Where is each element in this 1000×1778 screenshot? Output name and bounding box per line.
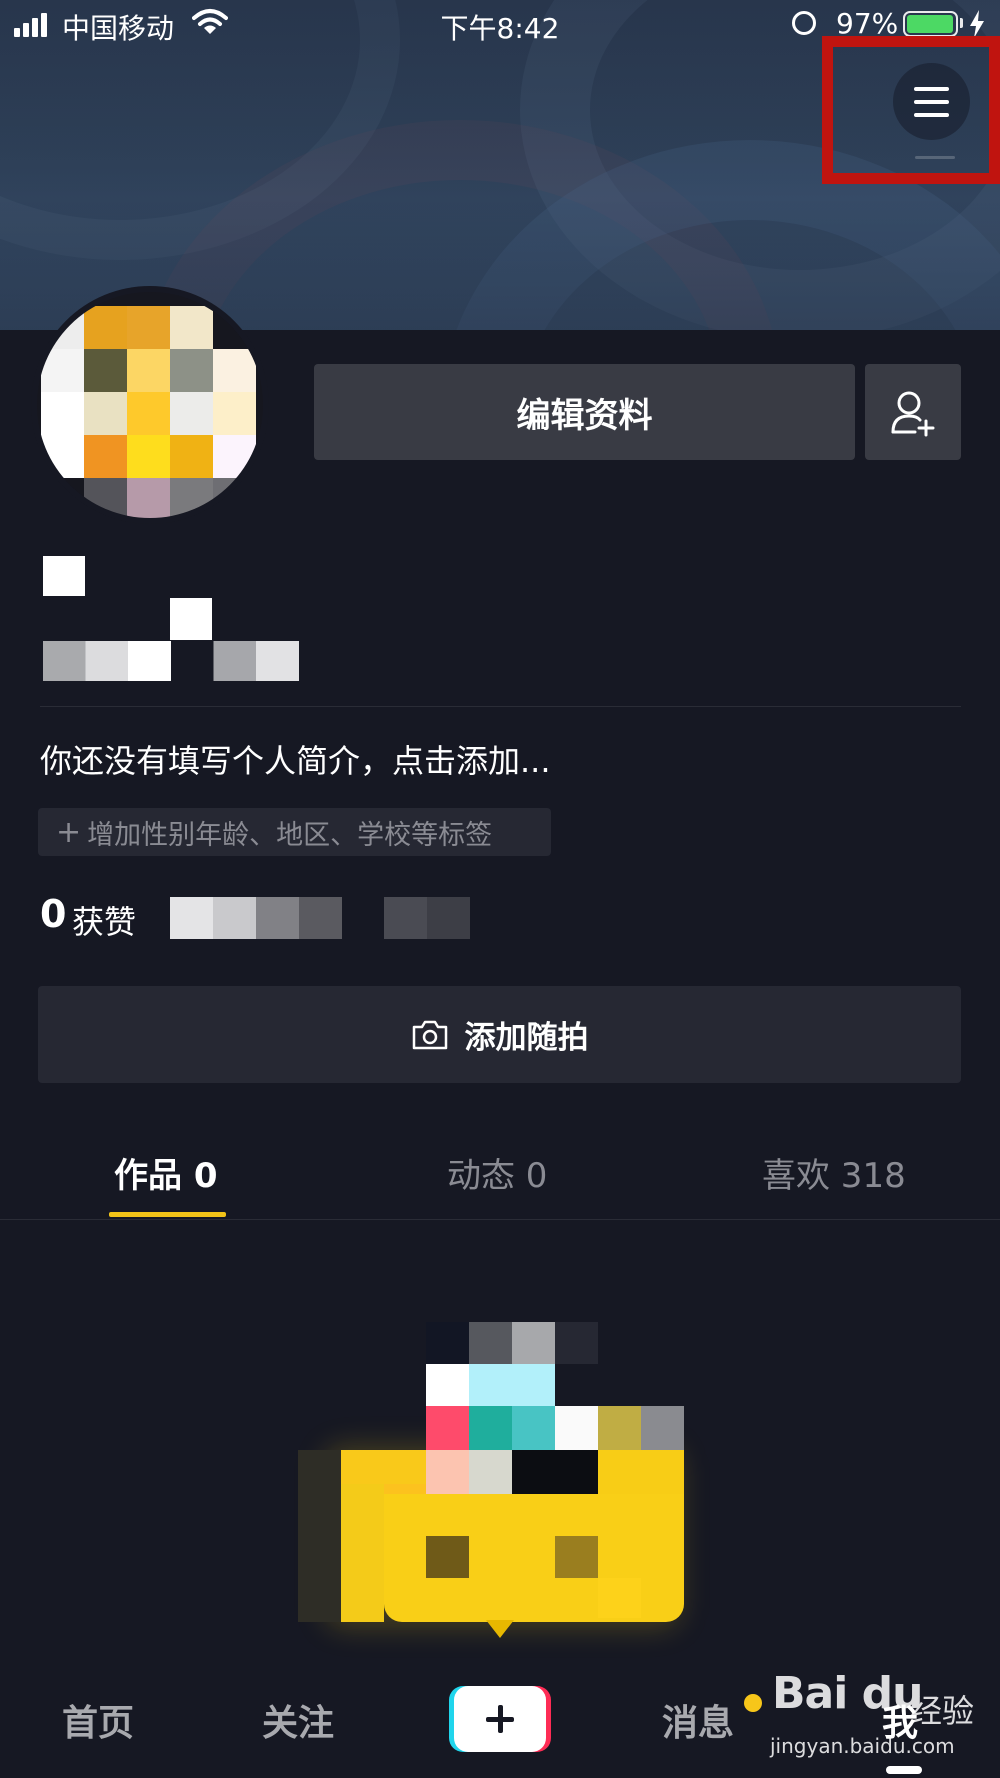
watermark-url: jingyan.baidu.com bbox=[770, 1734, 955, 1758]
publish-button[interactable] bbox=[449, 1686, 551, 1752]
home-indicator bbox=[886, 1766, 922, 1774]
battery-tip bbox=[960, 18, 963, 28]
tab-dynamics[interactable]: 动态 0 bbox=[447, 1148, 547, 1197]
battery-icon bbox=[903, 11, 958, 37]
watermark-logo: Bai du bbox=[772, 1668, 923, 1719]
add-moment-button[interactable]: 添加随拍 bbox=[38, 986, 961, 1083]
tab-likes[interactable]: 喜欢 318 bbox=[762, 1148, 906, 1197]
divider bbox=[40, 706, 961, 707]
battery-level bbox=[907, 15, 953, 33]
highlight-annotation-box bbox=[822, 36, 1000, 184]
stats-mosaic bbox=[170, 897, 342, 939]
notification-dot bbox=[744, 1694, 762, 1712]
illustration-pointer bbox=[486, 1620, 514, 1638]
stats-mosaic bbox=[384, 897, 470, 939]
add-tags-chip[interactable]: + 增加性别年龄、地区、学校等标签 bbox=[38, 808, 551, 856]
rotation-lock-icon bbox=[792, 11, 816, 35]
add-moment-label: 添加随拍 bbox=[464, 1020, 589, 1056]
plus-icon: + bbox=[56, 814, 82, 850]
add-friend-button[interactable] bbox=[865, 364, 961, 460]
baidu-watermark: Bai du 经验 jingyan.baidu.com bbox=[762, 1668, 992, 1768]
likes-count: 0 bbox=[40, 892, 67, 936]
tab-works[interactable]: 作品 0 bbox=[114, 1148, 218, 1197]
add-tags-label: 增加性别年龄、地区、学校等标签 bbox=[87, 819, 493, 851]
username-mosaic bbox=[43, 556, 85, 596]
camera-icon bbox=[412, 1020, 447, 1049]
nav-messages[interactable]: 消息 bbox=[662, 1694, 734, 1746]
active-tab-indicator bbox=[109, 1212, 226, 1217]
avatar[interactable] bbox=[37, 292, 263, 518]
divider bbox=[0, 1219, 1000, 1220]
likes-label: 获赞 bbox=[72, 903, 137, 941]
watermark-experience: 经验 bbox=[910, 1692, 975, 1730]
nav-follow[interactable]: 关注 bbox=[262, 1694, 334, 1746]
user-id-mosaic bbox=[170, 598, 212, 640]
add-friend-icon bbox=[891, 391, 935, 437]
avatar-mosaic bbox=[41, 306, 257, 518]
bio-placeholder[interactable]: 你还没有填写个人简介，点击添加... bbox=[40, 736, 940, 782]
user-id-mosaic bbox=[43, 641, 299, 681]
edit-profile-button[interactable]: 编辑资料 bbox=[314, 364, 855, 460]
charging-icon bbox=[970, 10, 984, 38]
plus-icon bbox=[486, 1705, 514, 1733]
nav-home[interactable]: 首页 bbox=[62, 1694, 134, 1746]
empty-state-illustration bbox=[298, 1322, 698, 1652]
publish-button-face bbox=[454, 1686, 546, 1752]
